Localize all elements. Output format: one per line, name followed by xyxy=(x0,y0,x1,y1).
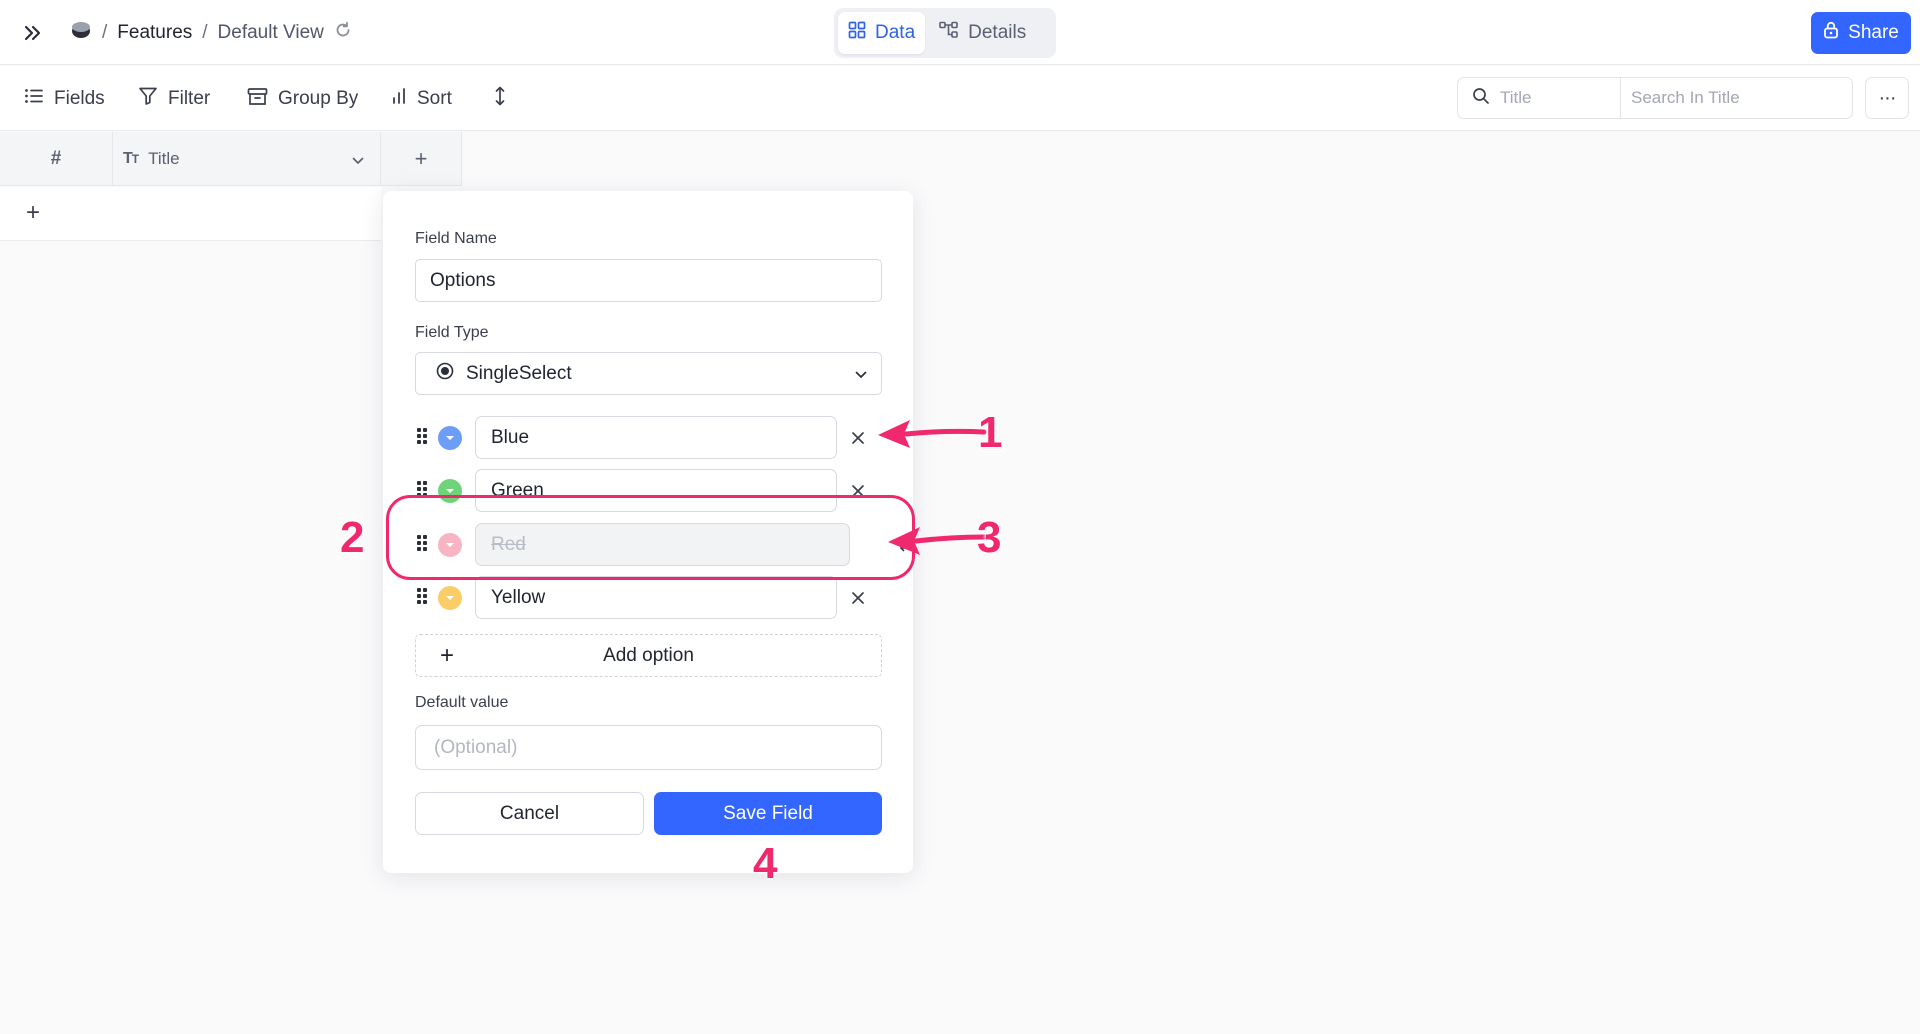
search-box: Title xyxy=(1457,77,1853,119)
sort-button[interactable]: Sort xyxy=(391,82,452,116)
tab-data-label: Data xyxy=(875,22,916,43)
view-toolbar: Fields Filter Group By Sort Title · xyxy=(0,66,1920,131)
filter-icon xyxy=(138,86,158,112)
drag-handle-icon[interactable] xyxy=(417,428,429,448)
fields-button[interactable]: Fields xyxy=(24,82,105,116)
color-swatch-icon[interactable] xyxy=(438,426,462,450)
annotation-number: 1 xyxy=(978,408,1003,457)
title-column-label: Title xyxy=(148,148,180,168)
add-option-button[interactable]: + Add option xyxy=(415,634,882,677)
row-height-icon xyxy=(494,86,506,112)
option-label: Blue xyxy=(491,426,530,448)
tab-details-label: Details xyxy=(968,22,1027,43)
add-option-label: Add option xyxy=(603,644,694,666)
field-name-label: Field Name xyxy=(415,230,497,247)
field-name-input[interactable]: Options xyxy=(415,259,882,302)
annotation-number: 3 xyxy=(977,513,1002,562)
group-by-label: Group By xyxy=(278,88,359,109)
more-options-button[interactable]: ··· xyxy=(1865,77,1909,119)
archive-icon xyxy=(247,87,268,112)
lock-icon xyxy=(1823,21,1839,45)
share-label: Share xyxy=(1848,22,1899,43)
remove-option-icon[interactable] xyxy=(849,429,867,447)
breadcrumb: / Features / Default View xyxy=(70,18,352,48)
annotation-number: 4 xyxy=(753,839,778,888)
plus-icon: + xyxy=(26,199,41,226)
reload-icon[interactable] xyxy=(334,21,352,45)
filter-label: Filter xyxy=(168,88,211,109)
share-button[interactable]: Share xyxy=(1811,12,1911,54)
text-type-icon: TT xyxy=(123,149,139,167)
save-field-button[interactable]: Save Field xyxy=(654,792,882,835)
option-input[interactable]: Yellow xyxy=(475,576,837,619)
default-value-label: Default value xyxy=(415,694,509,711)
add-column-button[interactable]: + xyxy=(381,132,462,185)
title-column-header[interactable]: TT Title xyxy=(113,132,381,185)
breadcrumb-separator: / xyxy=(202,22,208,43)
grid-header: # TT Title + xyxy=(0,132,462,186)
filter-button[interactable]: Filter xyxy=(138,82,210,116)
annotation-number: 2 xyxy=(340,513,365,562)
search-icon xyxy=(1472,87,1490,110)
search-field-selector[interactable]: Title xyxy=(1458,78,1621,118)
group-by-button[interactable]: Group By xyxy=(247,82,358,116)
annotation-highlight-box xyxy=(386,495,915,580)
chevron-down-icon[interactable] xyxy=(352,150,364,170)
tab-details[interactable]: Details xyxy=(929,12,1036,54)
list-icon xyxy=(24,88,44,110)
top-bar: / Features / Default View Data Details S… xyxy=(0,0,1920,65)
field-type-select[interactable]: SingleSelect xyxy=(415,352,882,395)
field-name-value: Options xyxy=(430,269,496,291)
color-swatch-icon[interactable] xyxy=(438,586,462,610)
option-input[interactable]: Blue xyxy=(475,416,837,459)
search-input[interactable] xyxy=(1621,78,1852,118)
default-value-input[interactable] xyxy=(415,725,882,770)
field-type-value: SingleSelect xyxy=(466,362,572,384)
cancel-button[interactable]: Cancel xyxy=(415,792,644,835)
search-field-label: Title xyxy=(1500,88,1532,107)
option-row: Blue xyxy=(415,416,885,459)
hierarchy-icon xyxy=(939,21,959,45)
tab-data[interactable]: Data xyxy=(838,12,926,54)
breadcrumb-view[interactable]: Default View xyxy=(218,22,324,44)
sort-icon xyxy=(391,87,407,111)
breadcrumb-base[interactable]: Features xyxy=(117,22,192,44)
row-number-header: # xyxy=(0,132,113,185)
radio-icon xyxy=(436,362,454,386)
fields-label: Fields xyxy=(54,88,105,109)
breadcrumb-separator: / xyxy=(102,22,108,43)
expand-sidebar-icon[interactable] xyxy=(18,18,48,48)
more-icon: ··· xyxy=(1878,86,1897,109)
option-row: Yellow xyxy=(415,576,885,619)
option-label: Yellow xyxy=(491,586,546,608)
base-icon[interactable] xyxy=(70,20,92,46)
row-height-button[interactable] xyxy=(494,82,506,116)
drag-handle-icon[interactable] xyxy=(417,588,429,608)
field-type-label: Field Type xyxy=(415,324,489,341)
plus-icon: + xyxy=(440,642,455,669)
grid-icon xyxy=(848,21,866,45)
view-mode-toggle: Data Details xyxy=(834,8,1056,58)
chevron-down-icon xyxy=(855,363,867,385)
remove-option-icon[interactable] xyxy=(849,589,867,607)
sort-label: Sort xyxy=(417,88,452,109)
add-row-button[interactable]: + xyxy=(0,187,381,241)
